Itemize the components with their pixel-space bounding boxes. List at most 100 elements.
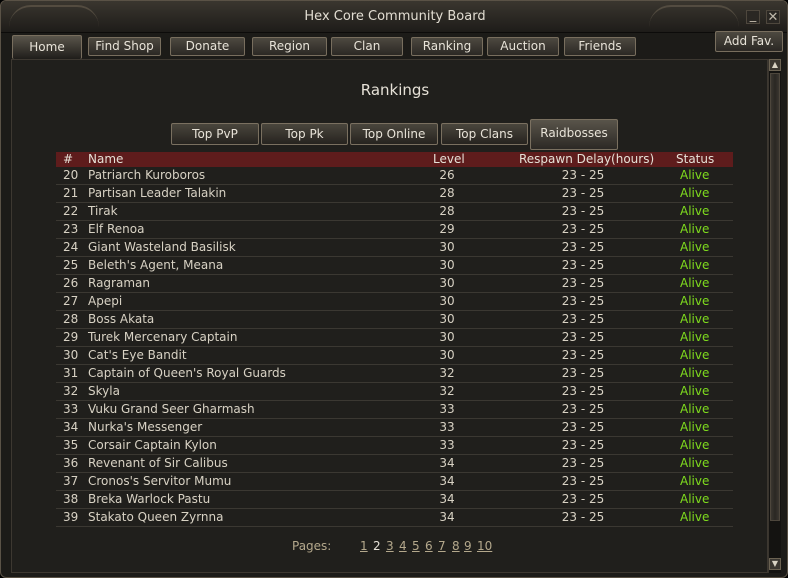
cell-level: 28 bbox=[439, 204, 455, 218]
cell-status: Alive bbox=[680, 384, 710, 398]
table-row: 30 Cat's Eye Bandit 30 23 - 25 Alive bbox=[56, 347, 733, 365]
page-link-5[interactable]: 5 bbox=[412, 539, 420, 553]
minimize-button[interactable]: _ bbox=[746, 9, 760, 24]
cell-level: 30 bbox=[439, 348, 455, 362]
page-link-8[interactable]: 8 bbox=[452, 539, 460, 553]
cell-number: 38 bbox=[63, 492, 79, 506]
cell-status: Alive bbox=[680, 510, 710, 524]
tab-clan[interactable]: Clan bbox=[331, 37, 403, 56]
cell-name: Tirak bbox=[88, 204, 118, 218]
cell-level: 34 bbox=[439, 492, 455, 506]
main-nav: Home Find Shop Donate Region Clan Rankin… bbox=[1, 33, 787, 59]
cell-name: Vuku Grand Seer Gharmash bbox=[88, 402, 255, 416]
cell-level: 30 bbox=[439, 312, 455, 326]
cell-name: Beleth's Agent, Meana bbox=[88, 258, 224, 272]
page-current: 2 bbox=[373, 539, 381, 553]
cell-name: Patriarch Kuroboros bbox=[88, 168, 206, 182]
cell-respawn: 23 - 25 bbox=[561, 276, 605, 290]
vertical-scrollbar[interactable]: ▲ ▼ bbox=[768, 59, 781, 573]
cell-name: Cat's Eye Bandit bbox=[88, 348, 187, 362]
table-row: 37 Cronos's Servitor Mumu 34 23 - 25 Alive bbox=[56, 473, 733, 491]
table-row: 21 Partisan Leader Talakin 28 23 - 25 Alive bbox=[56, 185, 733, 203]
cell-status: Alive bbox=[680, 420, 710, 434]
header-status: Status bbox=[676, 152, 715, 166]
cell-name: Partisan Leader Talakin bbox=[88, 186, 227, 200]
page-link-6[interactable]: 6 bbox=[425, 539, 433, 553]
pagination: Pages: 1 2 3 4 5 6 7 8 9 10 bbox=[1, 539, 787, 555]
cell-level: 30 bbox=[439, 276, 455, 290]
cell-name: Elf Renoa bbox=[88, 222, 145, 236]
cell-name: Boss Akata bbox=[88, 312, 155, 326]
page-link-1[interactable]: 1 bbox=[360, 539, 368, 553]
subtab-top-pvp[interactable]: Top PvP bbox=[171, 123, 259, 145]
cell-status: Alive bbox=[680, 366, 710, 380]
subtab-top-pk[interactable]: Top Pk bbox=[261, 123, 348, 145]
cell-name: Cronos's Servitor Mumu bbox=[88, 474, 232, 488]
page-link-4[interactable]: 4 bbox=[399, 539, 407, 553]
scroll-thumb[interactable] bbox=[770, 73, 780, 521]
cell-respawn: 23 - 25 bbox=[561, 258, 605, 272]
tab-find-shop[interactable]: Find Shop bbox=[88, 37, 161, 56]
tab-home[interactable]: Home bbox=[12, 35, 82, 59]
table-row: 20 Patriarch Kuroboros 26 23 - 25 Alive bbox=[56, 167, 733, 185]
table-row: 23 Elf Renoa 29 23 - 25 Alive bbox=[56, 221, 733, 239]
cell-number: 21 bbox=[63, 186, 79, 200]
cell-status: Alive bbox=[680, 492, 710, 506]
cell-level: 33 bbox=[439, 420, 455, 434]
cell-number: 39 bbox=[63, 510, 79, 524]
tab-auction[interactable]: Auction bbox=[487, 37, 559, 56]
cell-number: 31 bbox=[63, 366, 79, 380]
cell-level: 33 bbox=[439, 402, 455, 416]
cell-status: Alive bbox=[680, 240, 710, 254]
cell-level: 30 bbox=[439, 258, 455, 272]
cell-status: Alive bbox=[680, 294, 710, 308]
cell-level: 34 bbox=[439, 474, 455, 488]
tab-friends[interactable]: Friends bbox=[564, 37, 636, 56]
header-level: Level bbox=[433, 152, 465, 166]
page-link-3[interactable]: 3 bbox=[386, 539, 394, 553]
cell-level: 26 bbox=[439, 168, 455, 182]
tab-donate[interactable]: Donate bbox=[170, 37, 245, 56]
cell-respawn: 23 - 25 bbox=[561, 294, 605, 308]
tab-region[interactable]: Region bbox=[252, 37, 327, 56]
subtab-top-online[interactable]: Top Online bbox=[350, 123, 438, 145]
table-row: 34 Nurka's Messenger 33 23 - 25 Alive bbox=[56, 419, 733, 437]
close-button[interactable]: ✕ bbox=[766, 10, 780, 25]
header-number: # bbox=[63, 152, 74, 166]
cell-level: 30 bbox=[439, 330, 455, 344]
page-link-10[interactable]: 10 bbox=[477, 539, 492, 553]
cell-status: Alive bbox=[680, 438, 710, 452]
cell-name: Skyla bbox=[88, 384, 120, 398]
cell-level: 28 bbox=[439, 186, 455, 200]
title-bar: Hex Core Community Board _ ✕ bbox=[1, 1, 787, 33]
cell-status: Alive bbox=[680, 456, 710, 470]
cell-number: 35 bbox=[63, 438, 79, 452]
add-favorite-button[interactable]: Add Fav. bbox=[715, 31, 783, 52]
page-link-7[interactable]: 7 bbox=[438, 539, 446, 553]
scroll-down-icon[interactable]: ▼ bbox=[769, 558, 781, 570]
tab-ranking[interactable]: Ranking bbox=[411, 37, 483, 56]
cell-respawn: 23 - 25 bbox=[561, 348, 605, 362]
table-row: 38 Breka Warlock Pastu 34 23 - 25 Alive bbox=[56, 491, 733, 509]
table-row: 29 Turek Mercenary Captain 30 23 - 25 Alive bbox=[56, 329, 733, 347]
cell-number: 37 bbox=[63, 474, 79, 488]
cell-level: 32 bbox=[439, 384, 455, 398]
cell-name: Revenant of Sir Calibus bbox=[88, 456, 228, 470]
page-link-9[interactable]: 9 bbox=[464, 539, 472, 553]
cell-status: Alive bbox=[680, 204, 710, 218]
cell-status: Alive bbox=[680, 276, 710, 290]
window-title: Hex Core Community Board bbox=[304, 9, 486, 24]
cell-level: 29 bbox=[439, 222, 455, 236]
subtab-top-clans[interactable]: Top Clans bbox=[441, 123, 528, 145]
cell-level: 30 bbox=[439, 294, 455, 308]
cell-name: Corsair Captain Kylon bbox=[88, 438, 217, 452]
pages-label: Pages: bbox=[292, 539, 332, 553]
table-row: 39 Stakato Queen Zyrnna 34 23 - 25 Alive bbox=[56, 509, 733, 527]
subtab-raidbosses[interactable]: Raidbosses bbox=[530, 119, 618, 150]
table-row: 33 Vuku Grand Seer Gharmash 33 23 - 25 Alive bbox=[56, 401, 733, 419]
cell-respawn: 23 - 25 bbox=[561, 240, 605, 254]
scroll-up-icon[interactable]: ▲ bbox=[769, 59, 781, 71]
cell-level: 33 bbox=[439, 438, 455, 452]
cell-status: Alive bbox=[680, 474, 710, 488]
table-row: 24 Giant Wasteland Basilisk 30 23 - 25 Alive bbox=[56, 239, 733, 257]
